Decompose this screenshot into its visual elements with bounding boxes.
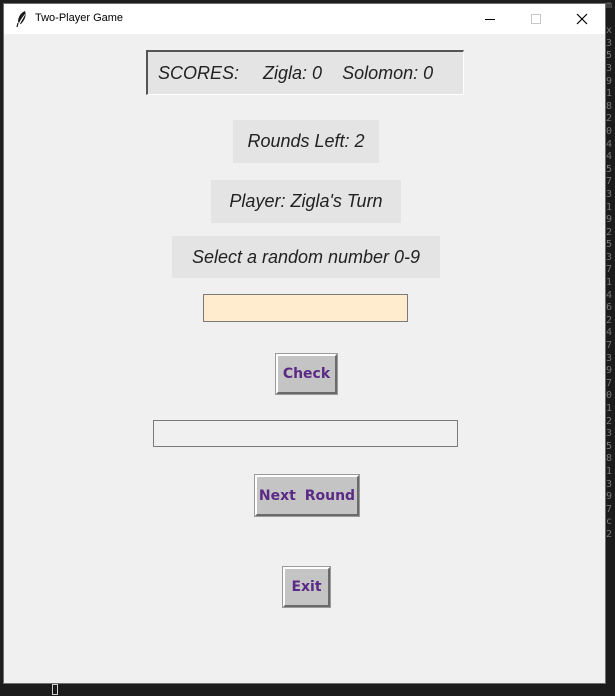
- background-app-strip: m x3539182044573192537146247397012358139…: [605, 0, 615, 696]
- background-char: 1: [606, 277, 613, 289]
- background-char: 3: [606, 251, 613, 263]
- player2-score: Solomon: 0: [342, 62, 434, 83]
- background-char: 2: [606, 415, 613, 427]
- background-char: 3: [606, 352, 613, 364]
- background-char: 7: [606, 503, 613, 515]
- prompt-label: Select a random number 0-9: [172, 236, 440, 278]
- close-button[interactable]: [559, 4, 605, 34]
- background-char: 5: [606, 50, 613, 62]
- background-char: 2: [606, 226, 613, 238]
- background-char: 2: [606, 113, 613, 125]
- background-char: 5: [606, 440, 613, 452]
- background-char: 7: [606, 176, 613, 188]
- background-char: 3: [606, 428, 613, 440]
- background-char: 9: [606, 491, 613, 503]
- background-char: 1: [606, 465, 613, 477]
- background-char: 7: [606, 264, 613, 276]
- minimize-button[interactable]: [467, 4, 513, 34]
- feather-icon: [16, 11, 26, 28]
- background-char: 3: [606, 188, 613, 200]
- background-char: 9: [606, 75, 613, 87]
- background-char: 4: [606, 151, 613, 163]
- background-char: 4: [606, 289, 613, 301]
- background-char: 0: [606, 125, 613, 137]
- result-field[interactable]: [153, 420, 458, 447]
- text-cursor-icon: [52, 684, 58, 695]
- background-char: 8: [606, 100, 613, 112]
- title-bar[interactable]: Two-Player Game: [4, 4, 605, 34]
- maximize-button[interactable]: [513, 4, 559, 34]
- background-char: c: [606, 516, 613, 528]
- player1-score: Zigla: 0: [263, 62, 323, 83]
- background-char: m: [606, 0, 613, 11]
- close-icon: [576, 13, 588, 25]
- background-char: 2: [606, 528, 613, 540]
- background-char: 3: [606, 62, 613, 74]
- background-char: 5: [606, 163, 613, 175]
- guess-input[interactable]: [203, 294, 408, 322]
- background-char: 2: [606, 314, 613, 326]
- game-content: SCORES: Zigla: 0 Solomon: 0 Rounds Left:…: [4, 34, 605, 683]
- background-char: [605, 13, 615, 26]
- background-char: x: [606, 25, 613, 37]
- background-char: 7: [606, 340, 613, 352]
- app-window: Two-Player Game SCORES: Zigla: 0 Solomon…: [3, 3, 606, 684]
- exit-button[interactable]: Exit: [282, 566, 331, 608]
- background-char: 1: [606, 88, 613, 100]
- window-title: Two-Player Game: [35, 12, 124, 24]
- rounds-left-label: Rounds Left: 2: [233, 120, 379, 163]
- background-app-bottom: [0, 684, 615, 696]
- background-char: 9: [606, 214, 613, 226]
- background-char: 1: [606, 403, 613, 414]
- scores-title: SCORES:: [158, 62, 240, 83]
- background-char: 7: [606, 377, 613, 389]
- minimize-icon: [485, 19, 495, 20]
- background-char: 3: [606, 478, 613, 490]
- background-char: 4: [606, 327, 613, 339]
- background-char: 9: [606, 365, 613, 377]
- check-button[interactable]: Check: [275, 353, 338, 395]
- next-round-button[interactable]: Next Round: [254, 474, 360, 517]
- background-char: 4: [606, 138, 613, 150]
- player-turn-label: Player: Zigla's Turn: [211, 180, 401, 223]
- maximize-icon: [531, 14, 541, 24]
- background-char: 5: [606, 239, 613, 251]
- background-char: 3: [606, 37, 613, 49]
- background-char: 6: [606, 302, 613, 314]
- background-char: 0: [606, 390, 613, 402]
- background-char: 1: [606, 201, 613, 213]
- background-char: 8: [606, 453, 613, 465]
- scores-label: SCORES: Zigla: 0 Solomon: 0: [146, 50, 464, 95]
